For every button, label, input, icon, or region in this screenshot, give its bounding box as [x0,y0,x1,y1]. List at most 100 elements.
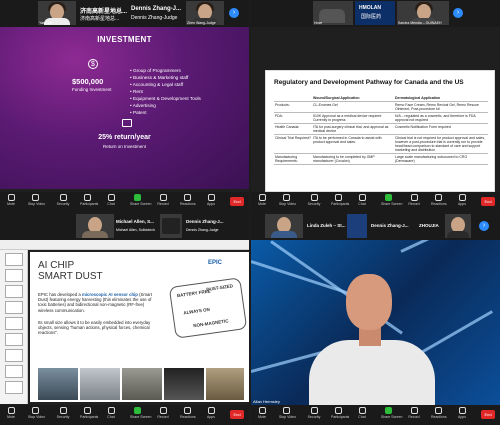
toolbar-label: Security [56,202,70,206]
slide-thumbnail[interactable] [4,333,23,346]
apps-icon [458,194,466,201]
participant-name-3: ZHOUJIA [419,223,439,228]
photo-device [38,368,78,400]
participant-name: Hove [314,21,323,25]
security-button[interactable]: Security [56,194,70,210]
table-cell: Products: [274,101,312,113]
epic-logo: EPIC [208,260,223,266]
slide-thumbnail[interactable] [4,269,23,282]
apps-button[interactable]: Apps [204,407,218,423]
mute-button[interactable]: Mute [255,407,269,423]
people-icon [334,407,342,414]
apps-button[interactable]: Apps [455,407,469,423]
participants-button[interactable]: Participants [80,194,98,210]
reactions-button[interactable]: Reactions [431,194,447,210]
slide-thumbnail[interactable] [4,365,23,378]
table-row: Clinical Trial Required? ITA to be perfo… [274,134,488,154]
share-screen-button[interactable]: Share Screen [381,194,403,210]
next-page-arrow-icon[interactable]: › [479,221,489,231]
regulatory-slide: Regulatory and Development Pathway for C… [265,70,495,192]
participant-body [162,218,180,234]
mute-button[interactable]: Mute [4,194,18,210]
next-page-arrow-icon[interactable]: › [453,8,463,18]
badge-text: NON-MAGNETIC [192,318,229,329]
apps-button[interactable]: Apps [455,194,469,210]
participant-name-1: Linda Zuleh – St... [307,223,346,228]
toolbar-label: Reactions [431,415,447,419]
apps-icon [458,407,466,414]
shield-icon [310,407,318,414]
chat-button[interactable]: Chat [104,407,118,423]
slide-thumbnail[interactable] [4,301,23,314]
presentation-app-toolbar [0,240,249,250]
security-button[interactable]: Security [56,407,70,423]
list-item: Group of Programmers [130,67,201,74]
reactions-button[interactable]: Reactions [180,194,196,210]
table-cell: ITA for post-surgery clinical trial, and… [312,123,394,135]
table-row: Products: CL-Exomes Gel Remo Face Cream,… [274,101,488,113]
badge-text: DUST-SIZED [206,283,234,293]
toolbar-label: Reactions [180,202,196,206]
record-icon [410,407,418,414]
investment-slide: INVESTMENT $ $500,000 Funding Investment… [0,27,249,189]
stop-video-button[interactable]: Stop Video [28,407,45,423]
participant-thumbnail[interactable] [265,214,303,238]
participant-thumbnail[interactable]: Sandra Mendia – OUINAEH [397,1,449,25]
toolbar-label: Share Screen [381,202,403,206]
security-button[interactable]: Security [307,194,321,210]
badge-text: ALWAYS ON [183,306,211,316]
return-rate: 25% return/year [98,134,151,141]
apps-button[interactable]: Apps [204,194,218,210]
participant-thumbnail[interactable]: Zhen Wang-Judge [186,1,224,25]
toolbar-label: Share Screen [130,202,152,206]
end-meeting-button[interactable]: End [481,197,495,206]
participant-name: Sandra Mendia – OUINAEH [398,21,442,25]
record-button[interactable]: Record [407,407,421,423]
participants-button[interactable]: Participants [80,407,99,423]
end-meeting-button[interactable]: End [230,410,244,419]
slide-thumbnail[interactable] [4,349,23,362]
end-meeting-button[interactable]: End [230,197,244,206]
end-meeting-button[interactable]: End [481,410,495,419]
presentation-icon [122,119,132,127]
record-button[interactable]: Record [407,194,421,210]
share-screen-button[interactable]: Share Screen [130,194,152,210]
share-screen-icon [133,194,141,201]
slide-thumbnail[interactable] [4,253,23,266]
list-item: Advertising [130,102,201,109]
slide-thumbnail-panel [0,250,28,404]
participants-button[interactable]: Participants [331,407,349,423]
participants-button[interactable]: Participants [331,194,349,210]
participant-thumbnail[interactable]: Hove [313,1,353,25]
participant-thumbnail[interactable] [76,214,114,238]
slide-thumbnail[interactable] [4,285,23,298]
funding-amount: $500,000 [72,77,104,86]
table-cell: ITA to be performed in Canada to assist … [312,134,394,154]
toolbar-label: Chat [358,202,366,206]
slide-thumbnail[interactable] [4,381,23,394]
stop-video-button[interactable]: Stop Video [28,194,45,210]
chat-button[interactable]: Chat [355,194,369,210]
security-button[interactable]: Security [307,407,321,423]
share-screen-button[interactable]: Share Screen [381,407,402,423]
chat-button[interactable]: Chat [104,194,118,210]
participant-thumbnail[interactable] [160,214,182,238]
record-button[interactable]: Record [156,407,170,423]
chat-button[interactable]: Chat [355,407,369,423]
meeting-toolbar: Mute Stop Video Security Participants Ch… [0,405,249,425]
next-page-arrow-icon[interactable]: › [229,8,239,18]
slide-thumbnail[interactable] [4,317,23,330]
stop-video-button[interactable]: Stop Video [279,194,296,210]
participant-thumbnail[interactable]: Yasu Lin [38,1,76,25]
reactions-button[interactable]: Reactions [180,407,196,423]
mute-button[interactable]: Mute [4,407,18,423]
mute-button[interactable]: Mute [255,194,269,210]
toolbar-label: Participants [80,415,99,419]
speaker-name: Allan Hermsley [253,399,280,404]
participant-thumbnail[interactable] [445,214,471,238]
stop-video-button[interactable]: Stop Video [279,407,296,423]
slide-title-line: SMART DUST [38,271,103,282]
reactions-button[interactable]: Reactions [431,407,447,423]
share-screen-button[interactable]: Share Screen [130,407,151,423]
record-button[interactable]: Record [156,194,170,210]
